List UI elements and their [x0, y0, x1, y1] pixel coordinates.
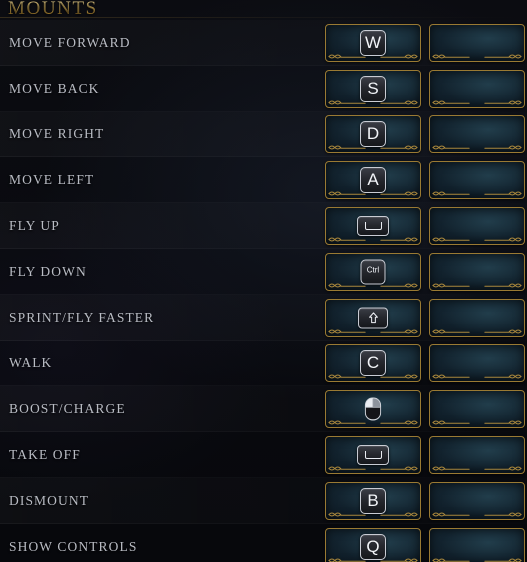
ornament-flourish-icon [432, 237, 522, 242]
table-row: SPRINT/FLY FASTER [0, 294, 527, 341]
key-d-icon: D [360, 121, 386, 148]
keybind-slot-secondary[interactable] [429, 161, 525, 200]
key-a-icon: A [360, 167, 386, 194]
key-w-icon: W [360, 29, 386, 56]
spacebar-glyph-icon [364, 451, 382, 460]
ornament-flourish-icon [432, 329, 522, 334]
keybind-slot-primary[interactable] [325, 436, 421, 475]
keybind-slot-secondary[interactable] [429, 481, 525, 520]
keybind-slot-secondary[interactable] [429, 527, 525, 562]
table-row: DISMOUNT B [0, 477, 527, 524]
table-row: TAKE OFF [0, 432, 527, 478]
table-row: FLY DOWN Ctrl [0, 249, 527, 295]
shift-arrow-icon [368, 312, 378, 323]
keybinding-action-label: DISMOUNT [9, 492, 90, 508]
key-spacebar-icon [357, 216, 389, 237]
keybind-slot-secondary[interactable] [429, 298, 525, 337]
ornament-flourish-icon [432, 54, 522, 59]
keybinding-action-label: BOOST/CHARGE [9, 401, 126, 417]
table-row: MOVE BACK S [0, 66, 527, 112]
ornament-flourish-icon [432, 420, 522, 425]
key-b-icon: B [360, 487, 386, 514]
section-header: MOUNTS [8, 0, 98, 18]
keybind-slot-primary[interactable] [325, 390, 421, 429]
keybind-slot-secondary[interactable] [429, 252, 525, 291]
table-row: MOVE RIGHT D [0, 111, 527, 158]
keybind-slot-secondary[interactable] [429, 23, 525, 62]
header-divider [0, 17, 527, 18]
keybind-slot-secondary[interactable] [429, 115, 525, 154]
keybinding-action-label: MOVE BACK [9, 80, 100, 96]
keybind-slot-primary[interactable]: Ctrl [325, 252, 421, 291]
keybind-slot-primary[interactable] [325, 207, 421, 246]
key-shift-icon [358, 307, 388, 329]
key-ctrl-icon: Ctrl [360, 259, 386, 285]
ornament-flourish-icon [432, 100, 522, 105]
mouse-right-button-icon [364, 397, 382, 421]
table-row: SHOW CONTROLS Q [0, 524, 527, 562]
keybinding-action-label: FLY DOWN [9, 263, 87, 279]
mounts-keybindings-panel: MOUNTS MOVE FORWARD W MOVE BACK S MOVE RIGHT… [0, 0, 527, 562]
key-q-icon: Q [360, 533, 386, 560]
keybinding-action-label: SPRINT/FLY FASTER [9, 309, 155, 325]
keybind-slot-secondary[interactable] [429, 344, 525, 383]
keybind-slot-primary[interactable]: C [325, 344, 421, 383]
key-spacebar-icon [357, 445, 389, 466]
keybinding-action-label: SHOW CONTROLS [9, 538, 138, 554]
ornament-flourish-icon [432, 374, 522, 379]
ornament-flourish-icon [432, 558, 522, 562]
keybinding-action-label: FLY UP [9, 218, 60, 234]
ornament-flourish-icon [432, 283, 522, 288]
table-row: MOVE FORWARD W [0, 20, 527, 66]
table-row: MOVE LEFT A [0, 157, 527, 203]
keybind-slot-primary[interactable]: S [325, 69, 421, 108]
key-c-icon: C [360, 350, 386, 377]
ornament-flourish-icon [432, 466, 522, 471]
keybinding-action-label: MOVE FORWARD [9, 34, 131, 50]
ornament-flourish-icon [432, 145, 522, 150]
page-title: MOUNTS [8, 0, 98, 19]
keybinding-action-label: MOVE LEFT [9, 172, 95, 188]
keybind-slot-primary[interactable]: B [325, 481, 421, 520]
keybind-slot-primary[interactable]: Q [325, 527, 421, 562]
keybinding-action-label: WALK [9, 355, 53, 371]
keybind-slot-secondary[interactable] [429, 436, 525, 475]
table-row: BOOST/CHARGE [0, 386, 527, 433]
keybind-slot-secondary[interactable] [429, 69, 525, 108]
keybind-slot-primary[interactable] [325, 298, 421, 337]
keybinding-action-label: TAKE OFF [9, 447, 81, 463]
keybind-slot-primary[interactable]: D [325, 115, 421, 154]
ornament-flourish-icon [432, 191, 522, 196]
keybind-slot-secondary[interactable] [429, 390, 525, 429]
table-row: WALK C [0, 341, 527, 387]
ornament-flourish-icon [432, 512, 522, 517]
table-row: FLY UP [0, 203, 527, 249]
key-s-icon: S [360, 75, 386, 102]
keybind-slot-primary[interactable]: A [325, 161, 421, 200]
keybinding-action-label: MOVE RIGHT [9, 126, 105, 142]
keybinding-list: MOVE FORWARD W MOVE BACK S MOVE RIGHT D MOVE L… [0, 20, 527, 562]
keybind-slot-primary[interactable]: W [325, 23, 421, 62]
keybind-slot-secondary[interactable] [429, 207, 525, 246]
spacebar-glyph-icon [364, 222, 382, 231]
